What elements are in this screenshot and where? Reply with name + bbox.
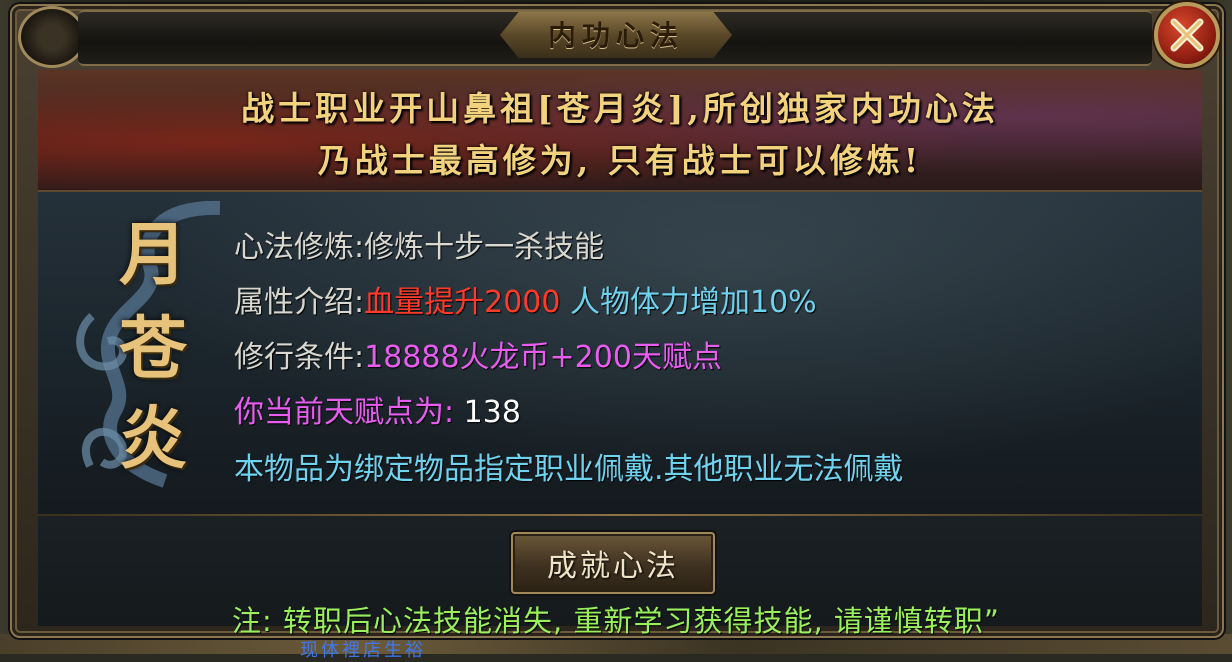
bind-note-row: 本物品为绑定物品指定职业佩戴.其他职业无法佩戴 xyxy=(234,448,904,492)
banner-line-2: 乃战士最高修为, 只有战士可以修炼! xyxy=(317,141,923,180)
skill-value: 修炼十步一杀技能 xyxy=(364,230,605,265)
close-button[interactable] xyxy=(1154,2,1220,68)
dialog-title: 内功心法 xyxy=(547,19,684,52)
requirement-label: 修行条件: xyxy=(234,340,365,375)
talent-value: 138 xyxy=(454,395,521,430)
stamina-bonus: 人物体力增加10% xyxy=(560,285,817,320)
skill-row: 心法修炼:修炼十步一杀技能 xyxy=(234,226,604,270)
emblem-char-1: 月 xyxy=(118,215,187,295)
bind-note: 本物品为绑定物品指定职业佩戴.其他职业无法佩戴 xyxy=(234,452,904,487)
emblem-char-2: 苍 xyxy=(118,309,187,389)
attribute-row: 属性介绍:血量提升2000 人物体力增加10% xyxy=(234,281,817,325)
skill-label: 心法修炼: xyxy=(234,230,365,265)
warning-note: 注: 转职后心法技能消失, 重新学习获得技能, 请谨慎转职” xyxy=(232,604,1000,638)
attribute-label: 属性介绍: xyxy=(234,285,365,320)
emblem: 月 苍 炎 xyxy=(70,196,220,496)
requirement-value: 18888火龙币+200天赋点 xyxy=(364,340,722,375)
hp-bonus: 血量提升2000 xyxy=(364,285,561,320)
talent-row: 你当前天赋点为: 138 xyxy=(234,391,521,435)
intro-banner: 战士职业开山鼻祖[苍月炎],所创独家内功心法 乃战士最高修为, 只有战士可以修炼… xyxy=(38,70,1202,192)
emblem-char-3: 炎 xyxy=(118,399,187,479)
close-x-icon xyxy=(1170,18,1204,52)
requirement-row: 修行条件:18888火龙币+200天赋点 xyxy=(234,336,722,380)
learn-technique-button[interactable]: 成就心法 xyxy=(511,532,715,594)
banner-line-1: 战士职业开山鼻祖[苍月炎],所创独家内功心法 xyxy=(241,89,999,128)
corner-ornament-icon xyxy=(18,6,86,68)
talent-label: 你当前天赋点为: xyxy=(234,395,455,430)
